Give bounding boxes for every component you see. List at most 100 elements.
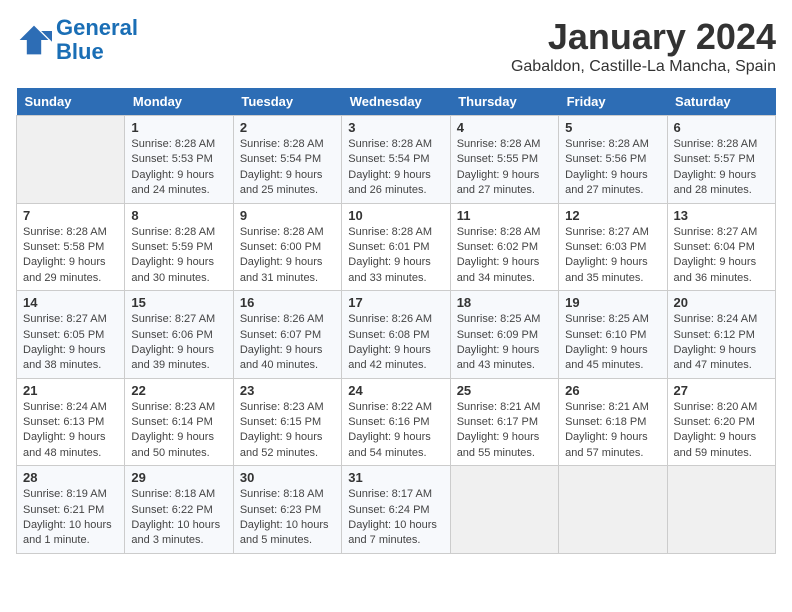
cell-content: Sunrise: 8:28 AM Sunset: 5:57 PM Dayligh… <box>674 137 769 199</box>
calendar-cell: 16 Sunrise: 8:26 AM Sunset: 6:07 PM Dayli… <box>233 291 341 379</box>
day-number: 3 <box>348 120 443 135</box>
main-title: January 2024 <box>511 16 776 58</box>
cell-content: Sunrise: 8:26 AM Sunset: 6:07 PM Dayligh… <box>240 312 335 374</box>
day-number: 9 <box>240 208 335 223</box>
calendar-body: 1 Sunrise: 8:28 AM Sunset: 5:53 PM Daylig… <box>17 116 776 554</box>
header-day-saturday: Saturday <box>667 88 775 116</box>
day-number: 28 <box>23 470 118 485</box>
day-number: 18 <box>457 295 552 310</box>
calendar-cell: 21 Sunrise: 8:24 AM Sunset: 6:13 PM Dayli… <box>17 378 125 466</box>
cell-content: Sunrise: 8:25 AM Sunset: 6:09 PM Dayligh… <box>457 312 552 374</box>
cell-content: Sunrise: 8:27 AM Sunset: 6:04 PM Dayligh… <box>674 225 769 287</box>
calendar-cell: 12 Sunrise: 8:27 AM Sunset: 6:03 PM Dayli… <box>559 203 667 291</box>
cell-content: Sunrise: 8:28 AM Sunset: 5:59 PM Dayligh… <box>131 225 226 287</box>
logo-text: General Blue <box>56 16 138 64</box>
day-number: 4 <box>457 120 552 135</box>
cell-content: Sunrise: 8:18 AM Sunset: 6:23 PM Dayligh… <box>240 487 335 549</box>
day-number: 1 <box>131 120 226 135</box>
calendar-cell: 9 Sunrise: 8:28 AM Sunset: 6:00 PM Daylig… <box>233 203 341 291</box>
calendar-cell: 3 Sunrise: 8:28 AM Sunset: 5:54 PM Daylig… <box>342 116 450 204</box>
title-block: January 2024 Gabaldon, Castille-La Manch… <box>511 16 776 76</box>
day-number: 14 <box>23 295 118 310</box>
day-number: 24 <box>348 383 443 398</box>
cell-content: Sunrise: 8:28 AM Sunset: 5:55 PM Dayligh… <box>457 137 552 199</box>
cell-content: Sunrise: 8:28 AM Sunset: 5:54 PM Dayligh… <box>240 137 335 199</box>
calendar-week-4: 21 Sunrise: 8:24 AM Sunset: 6:13 PM Dayli… <box>17 378 776 466</box>
calendar-cell: 1 Sunrise: 8:28 AM Sunset: 5:53 PM Daylig… <box>125 116 233 204</box>
subtitle: Gabaldon, Castille-La Mancha, Spain <box>511 58 776 76</box>
day-number: 29 <box>131 470 226 485</box>
header-day-monday: Monday <box>125 88 233 116</box>
header-day-tuesday: Tuesday <box>233 88 341 116</box>
cell-content: Sunrise: 8:21 AM Sunset: 6:18 PM Dayligh… <box>565 400 660 462</box>
cell-content: Sunrise: 8:17 AM Sunset: 6:24 PM Dayligh… <box>348 487 443 549</box>
calendar-cell: 8 Sunrise: 8:28 AM Sunset: 5:59 PM Daylig… <box>125 203 233 291</box>
header-day-thursday: Thursday <box>450 88 558 116</box>
logo-line2: Blue <box>56 39 104 64</box>
day-number: 31 <box>348 470 443 485</box>
day-number: 21 <box>23 383 118 398</box>
day-number: 10 <box>348 208 443 223</box>
cell-content: Sunrise: 8:23 AM Sunset: 6:15 PM Dayligh… <box>240 400 335 462</box>
calendar-week-3: 14 Sunrise: 8:27 AM Sunset: 6:05 PM Dayli… <box>17 291 776 379</box>
header-day-wednesday: Wednesday <box>342 88 450 116</box>
day-number: 17 <box>348 295 443 310</box>
calendar-cell: 22Sunrise: 8:23 AM Sunset: 6:14 PM Dayli… <box>125 378 233 466</box>
calendar-cell: 20Sunrise: 8:24 AM Sunset: 6:12 PM Dayli… <box>667 291 775 379</box>
cell-content: Sunrise: 8:27 AM Sunset: 6:05 PM Dayligh… <box>23 312 118 374</box>
cell-content: Sunrise: 8:18 AM Sunset: 6:22 PM Dayligh… <box>131 487 226 549</box>
calendar-cell: 10 Sunrise: 8:28 AM Sunset: 6:01 PM Dayli… <box>342 203 450 291</box>
day-number: 25 <box>457 383 552 398</box>
calendar-week-5: 28 Sunrise: 8:19 AM Sunset: 6:21 PM Dayli… <box>17 466 776 554</box>
day-number: 13 <box>674 208 769 223</box>
cell-content: Sunrise: 8:28 AM Sunset: 5:53 PM Dayligh… <box>131 137 226 199</box>
cell-content: Sunrise: 8:28 AM Sunset: 5:56 PM Dayligh… <box>565 137 660 199</box>
cell-content: Sunrise: 8:24 AM Sunset: 6:13 PM Dayligh… <box>23 400 118 462</box>
calendar-cell: 23 Sunrise: 8:23 AM Sunset: 6:15 PM Dayli… <box>233 378 341 466</box>
day-number: 23 <box>240 383 335 398</box>
day-number: 15 <box>131 295 226 310</box>
cell-content: Sunrise: 8:20 AM Sunset: 6:20 PM Dayligh… <box>674 400 769 462</box>
day-number: 5 <box>565 120 660 135</box>
header-day-friday: Friday <box>559 88 667 116</box>
calendar-week-2: 7 Sunrise: 8:28 AM Sunset: 5:58 PM Daylig… <box>17 203 776 291</box>
logo-icon <box>16 22 52 58</box>
day-number: 7 <box>23 208 118 223</box>
day-number: 2 <box>240 120 335 135</box>
calendar-cell: 2 Sunrise: 8:28 AM Sunset: 5:54 PM Daylig… <box>233 116 341 204</box>
day-number: 12 <box>565 208 660 223</box>
logo-line1: General <box>56 15 138 40</box>
cell-content: Sunrise: 8:28 AM Sunset: 6:00 PM Dayligh… <box>240 225 335 287</box>
cell-content: Sunrise: 8:28 AM Sunset: 6:02 PM Dayligh… <box>457 225 552 287</box>
logo: General Blue <box>16 16 138 64</box>
calendar-cell: 14 Sunrise: 8:27 AM Sunset: 6:05 PM Dayli… <box>17 291 125 379</box>
calendar-cell: 19Sunrise: 8:25 AM Sunset: 6:10 PM Dayli… <box>559 291 667 379</box>
calendar-cell <box>559 466 667 554</box>
calendar-cell: 18 Sunrise: 8:25 AM Sunset: 6:09 PM Dayli… <box>450 291 558 379</box>
cell-content: Sunrise: 8:19 AM Sunset: 6:21 PM Dayligh… <box>23 487 118 549</box>
cell-content: Sunrise: 8:27 AM Sunset: 6:03 PM Dayligh… <box>565 225 660 287</box>
day-number: 27 <box>674 383 769 398</box>
cell-content: Sunrise: 8:28 AM Sunset: 5:54 PM Dayligh… <box>348 137 443 199</box>
day-number: 22 <box>131 383 226 398</box>
calendar-cell <box>17 116 125 204</box>
calendar-cell: 27 Sunrise: 8:20 AM Sunset: 6:20 PM Dayli… <box>667 378 775 466</box>
cell-content: Sunrise: 8:28 AM Sunset: 6:01 PM Dayligh… <box>348 225 443 287</box>
calendar-cell: 17Sunrise: 8:26 AM Sunset: 6:08 PM Dayli… <box>342 291 450 379</box>
day-number: 11 <box>457 208 552 223</box>
calendar-cell <box>450 466 558 554</box>
day-number: 19 <box>565 295 660 310</box>
calendar-cell: 11 Sunrise: 8:28 AM Sunset: 6:02 PM Dayli… <box>450 203 558 291</box>
calendar-cell: 30Sunrise: 8:18 AM Sunset: 6:23 PM Dayli… <box>233 466 341 554</box>
calendar-cell: 29 Sunrise: 8:18 AM Sunset: 6:22 PM Dayli… <box>125 466 233 554</box>
day-number: 26 <box>565 383 660 398</box>
day-number: 20 <box>674 295 769 310</box>
calendar-table: SundayMondayTuesdayWednesdayThursdayFrid… <box>16 88 776 554</box>
calendar-cell: 31 Sunrise: 8:17 AM Sunset: 6:24 PM Dayli… <box>342 466 450 554</box>
header-row: SundayMondayTuesdayWednesdayThursdayFrid… <box>17 88 776 116</box>
calendar-cell: 24Sunrise: 8:22 AM Sunset: 6:16 PM Dayli… <box>342 378 450 466</box>
cell-content: Sunrise: 8:21 AM Sunset: 6:17 PM Dayligh… <box>457 400 552 462</box>
cell-content: Sunrise: 8:28 AM Sunset: 5:58 PM Dayligh… <box>23 225 118 287</box>
day-number: 16 <box>240 295 335 310</box>
day-number: 8 <box>131 208 226 223</box>
